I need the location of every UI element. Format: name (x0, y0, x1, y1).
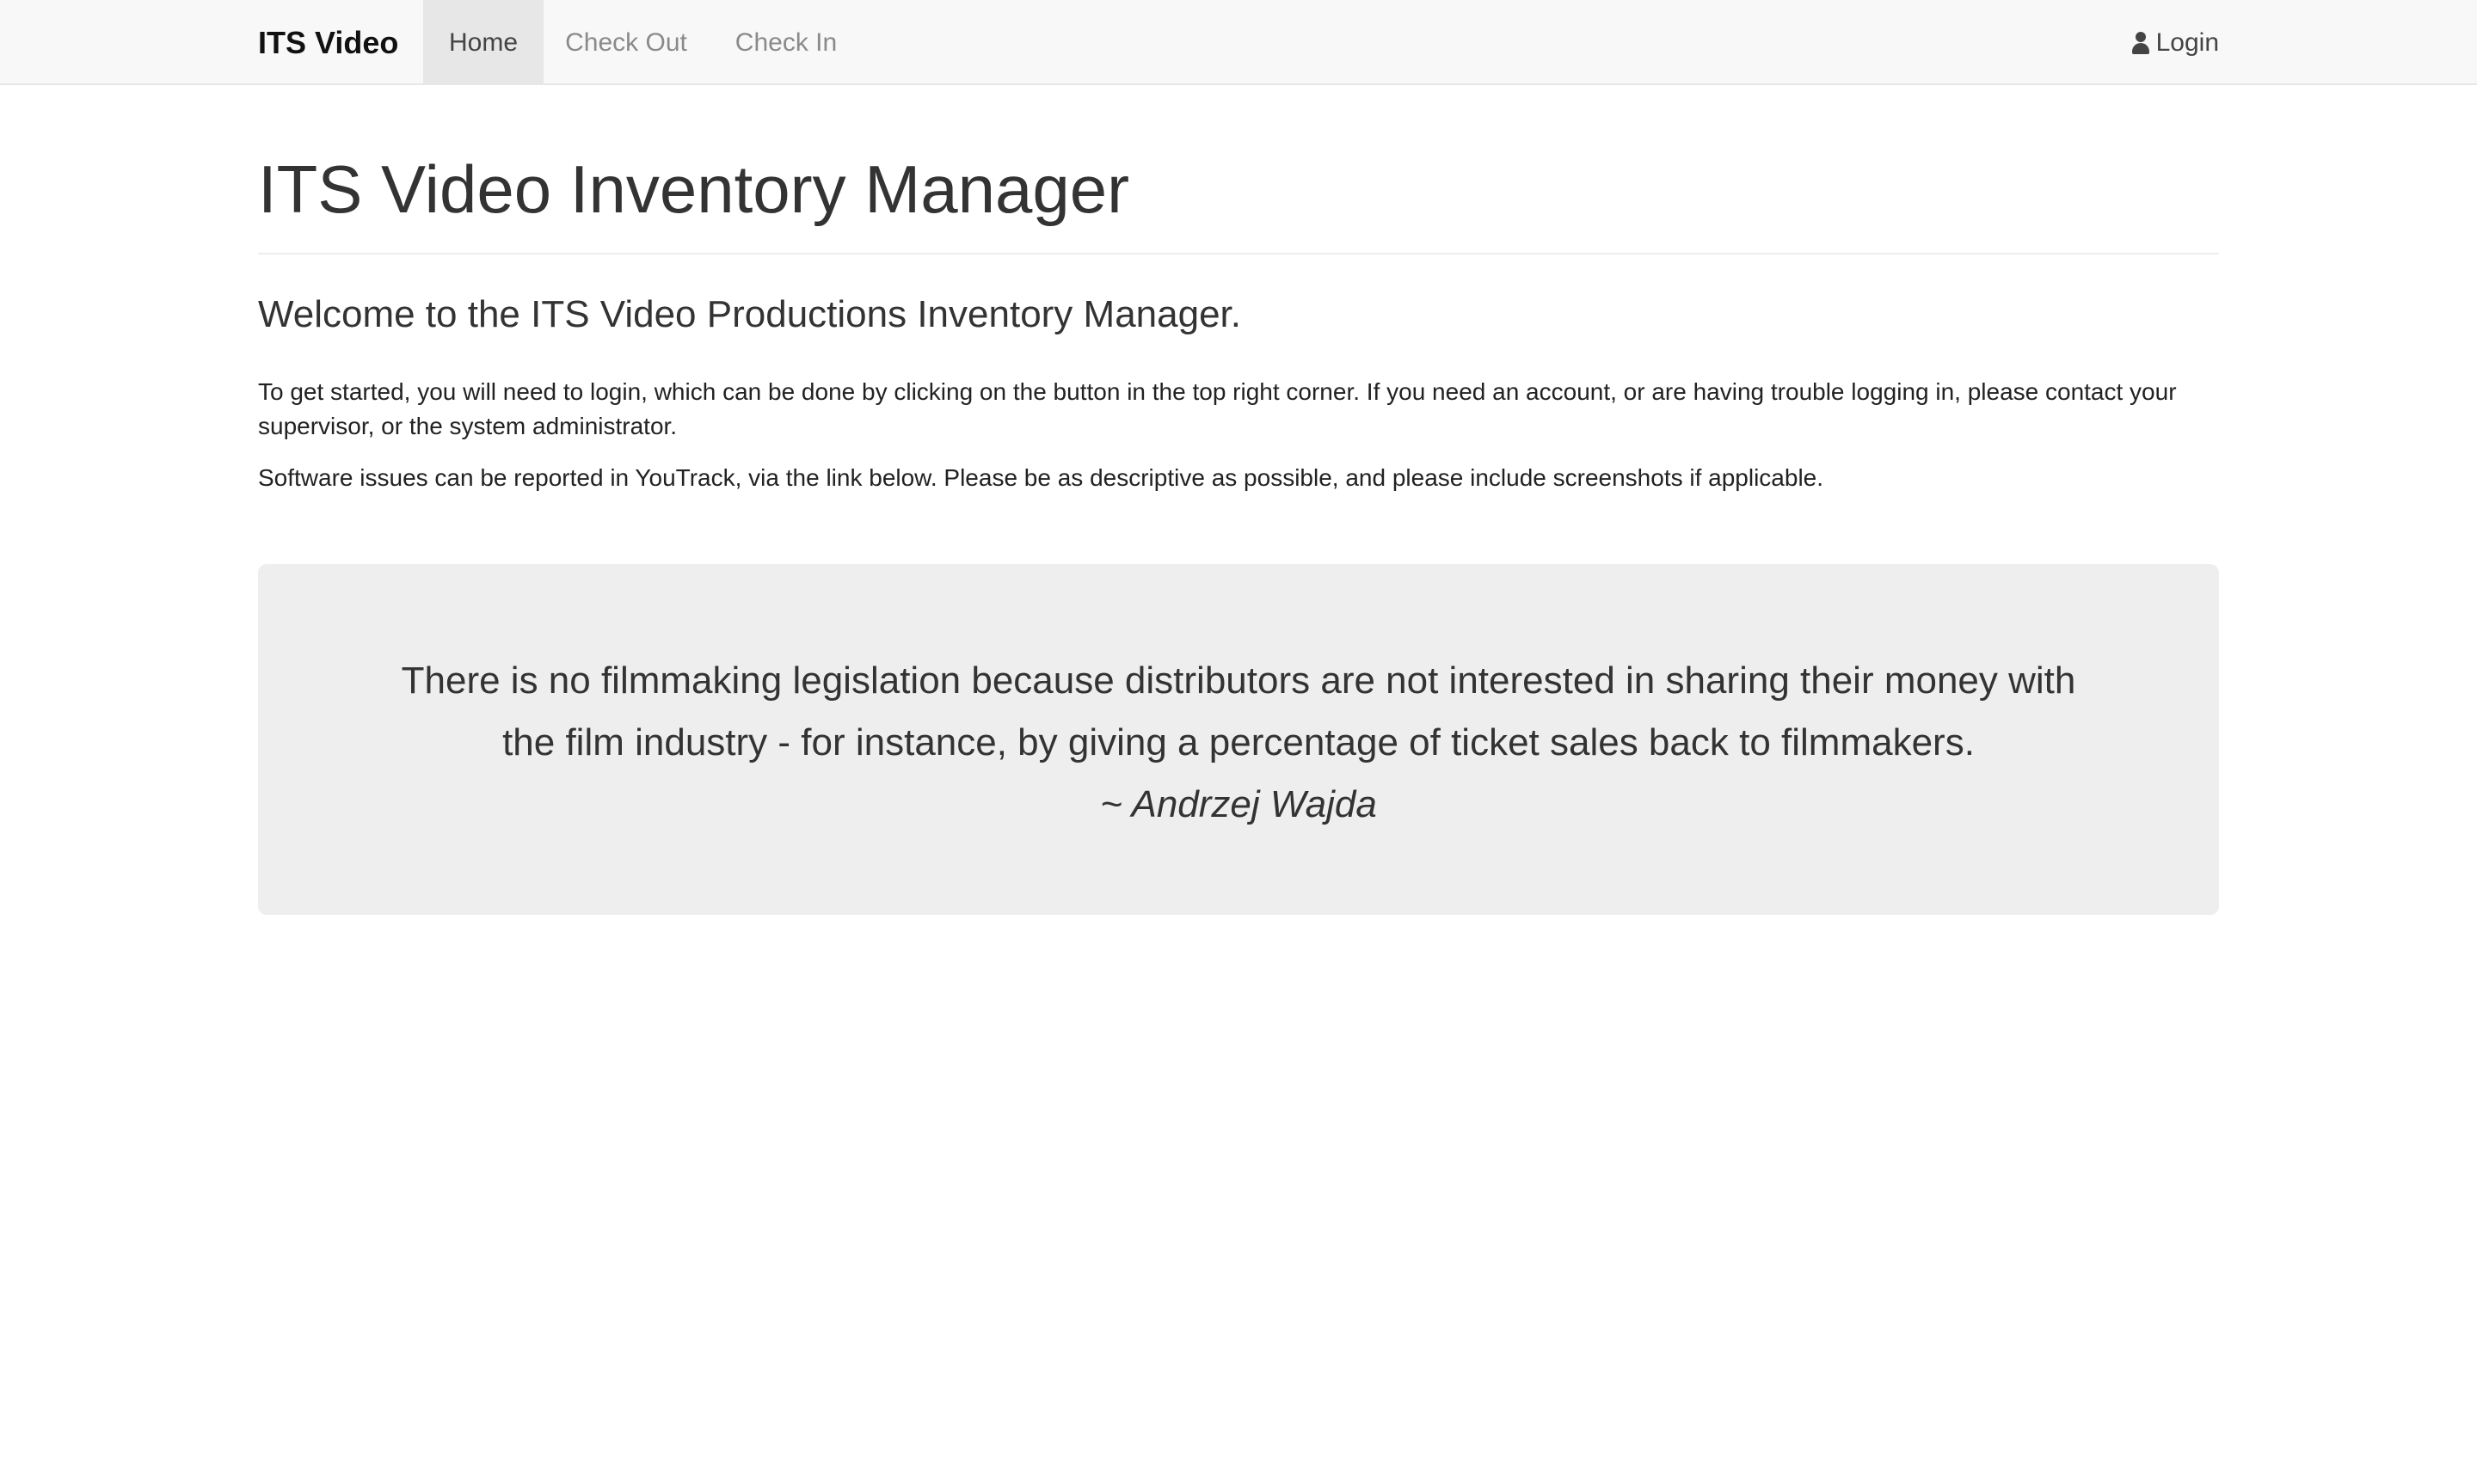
quote-panel: There is no filmmaking legislation becau… (258, 564, 2219, 915)
issues-paragraph: Software issues can be reported in YouTr… (258, 464, 1824, 491)
quote-author: ~ Andrzej Wajda (1100, 783, 1377, 825)
user-icon (2131, 31, 2149, 54)
nav-check-in[interactable]: Check In (709, 0, 864, 85)
intro-paragraph: To get started, you will need to login, … (258, 378, 2177, 439)
nav-check-out[interactable]: Check Out (544, 0, 709, 85)
nav-home[interactable]: Home (423, 0, 544, 85)
brand-logo[interactable]: ITS Video (258, 0, 398, 85)
page-title: ITS Video Inventory Manager (258, 151, 1130, 227)
title-divider (258, 253, 2219, 254)
top-navbar: ITS Video Home Check Out Check In Login (0, 0, 2477, 85)
login-label: Login (2155, 28, 2219, 57)
quote-text: There is no filmmaking legislation becau… (401, 659, 2076, 763)
welcome-heading: Welcome to the ITS Video Productions Inv… (258, 293, 1241, 335)
login-button[interactable]: Login (2131, 0, 2219, 85)
